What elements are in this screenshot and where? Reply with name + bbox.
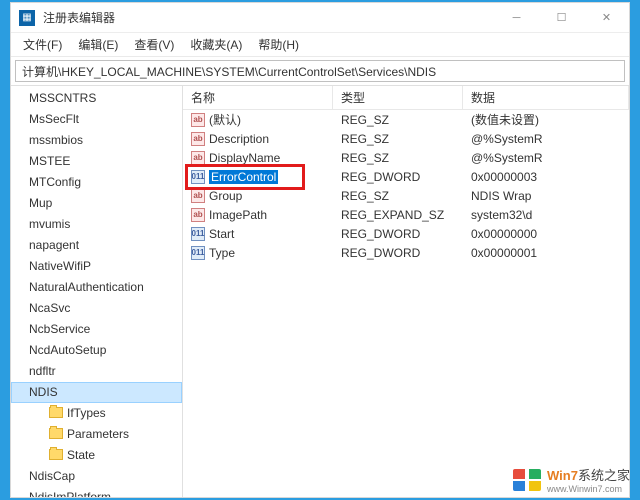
folder-icon (49, 449, 63, 460)
list-row[interactable]: ab Description REG_SZ@%SystemR (183, 129, 629, 148)
list-row[interactable]: ab Group REG_SZNDIS Wrap (183, 186, 629, 205)
menu-edit[interactable]: 编辑(E) (70, 34, 126, 55)
tree-item[interactable]: NcdAutoSetup (11, 340, 182, 361)
value-type: REG_SZ (333, 132, 463, 146)
registry-editor-window: ▦ 注册表编辑器 ─ ☐ ✕ 文件(F) 编辑(E) 查看(V) 收藏夹(A) … (10, 2, 630, 498)
tree-item[interactable]: NcaSvc (11, 298, 182, 319)
menu-favorites[interactable]: 收藏夹(A) (182, 34, 250, 55)
menu-help[interactable]: 帮助(H) (250, 34, 307, 55)
col-header-name[interactable]: 名称 (183, 86, 333, 109)
value-data: 0x00000003 (463, 170, 629, 184)
reg-bin-icon: 011 (191, 246, 205, 260)
app-icon: ▦ (19, 10, 35, 26)
value-name: Type (209, 246, 235, 260)
value-data: 0x00000000 (463, 227, 629, 241)
reg-str-icon: ab (191, 113, 205, 127)
watermark: Win7系统之家 www.Winwin7.com (513, 465, 630, 494)
value-name: Start (209, 227, 234, 241)
tree-item[interactable]: NativeWifiP (11, 256, 182, 277)
list-row[interactable]: ab DisplayName REG_SZ@%SystemR (183, 148, 629, 167)
minimize-button[interactable]: ─ (494, 4, 539, 32)
tree-item[interactable]: NcbService (11, 319, 182, 340)
value-name: ErrorControl (209, 170, 278, 184)
value-type: REG_SZ (333, 113, 463, 127)
value-data: @%SystemR (463, 151, 629, 165)
col-header-data[interactable]: 数据 (463, 86, 629, 109)
tree-subitem[interactable]: Parameters (43, 424, 182, 445)
value-type: REG_DWORD (333, 246, 463, 260)
menubar: 文件(F) 编辑(E) 查看(V) 收藏夹(A) 帮助(H) (11, 33, 629, 57)
tree-item[interactable]: NdisImPlatform (11, 487, 182, 497)
tree-item[interactable]: ndfltr (11, 361, 182, 382)
reg-str-icon: ab (191, 189, 205, 203)
value-name: DisplayName (209, 151, 280, 165)
window-buttons: ─ ☐ ✕ (494, 4, 629, 32)
value-type: REG_EXPAND_SZ (333, 208, 463, 222)
list-header: 名称 类型 数据 (183, 86, 629, 110)
value-name: Description (209, 132, 269, 146)
value-data: NDIS Wrap (463, 189, 629, 203)
maximize-button[interactable]: ☐ (539, 4, 584, 32)
list-body: ab(默认)REG_SZ(数值未设置)abDescriptionREG_SZ@%… (183, 110, 629, 262)
value-data: (数值未设置) (463, 111, 629, 128)
windows-flag-icon (513, 469, 541, 491)
tree-subitem[interactable]: State (43, 445, 182, 466)
content-area: MSSCNTRSMsSecFltmssmbiosMSTEEMTConfigMup… (11, 86, 629, 497)
titlebar: ▦ 注册表编辑器 ─ ☐ ✕ (11, 3, 629, 33)
value-type: REG_DWORD (333, 227, 463, 241)
list-row[interactable]: ab ImagePath REG_EXPAND_SZsystem32\d (183, 205, 629, 224)
reg-str-icon: ab (191, 132, 205, 146)
tree-item[interactable]: NaturalAuthentication (11, 277, 182, 298)
value-data: @%SystemR (463, 132, 629, 146)
menu-file[interactable]: 文件(F) (15, 34, 70, 55)
value-name: ImagePath (209, 208, 267, 222)
list-row[interactable]: ab (默认) REG_SZ(数值未设置) (183, 110, 629, 129)
value-name: (默认) (209, 111, 241, 128)
value-type: REG_SZ (333, 151, 463, 165)
tree-item[interactable]: MSTEE (11, 151, 182, 172)
window-title: 注册表编辑器 (43, 9, 115, 26)
watermark-brand-prefix: Win7 (547, 468, 578, 483)
list-row[interactable]: 011 Type REG_DWORD0x00000001 (183, 243, 629, 262)
reg-bin-icon: 011 (191, 227, 205, 241)
reg-str-icon: ab (191, 151, 205, 165)
address-input[interactable] (15, 60, 625, 82)
close-button[interactable]: ✕ (584, 4, 629, 32)
folder-icon (49, 428, 63, 439)
watermark-brand-suffix: 系统之家 (578, 468, 630, 483)
tree-item[interactable]: NdisCap (11, 466, 182, 487)
tree-view[interactable]: MSSCNTRSMsSecFltmssmbiosMSTEEMTConfigMup… (11, 86, 183, 497)
col-header-type[interactable]: 类型 (333, 86, 463, 109)
addressbar (11, 57, 629, 86)
list-view: 名称 类型 数据 ab(默认)REG_SZ(数值未设置)abDescriptio… (183, 86, 629, 497)
tree-item[interactable]: MTConfig (11, 172, 182, 193)
value-type: REG_DWORD (333, 170, 463, 184)
value-type: REG_SZ (333, 189, 463, 203)
watermark-url: www.Winwin7.com (547, 484, 630, 494)
menu-view[interactable]: 查看(V) (126, 34, 182, 55)
tree-item[interactable]: MsSecFlt (11, 109, 182, 130)
list-row[interactable]: 011 Start REG_DWORD0x00000000 (183, 224, 629, 243)
reg-bin-icon: 011 (191, 170, 205, 184)
tree-item[interactable]: napagent (11, 235, 182, 256)
tree-item[interactable]: NDIS (11, 382, 182, 403)
value-data: system32\d (463, 208, 629, 222)
tree-item[interactable]: Mup (11, 193, 182, 214)
tree-item[interactable]: mvumis (11, 214, 182, 235)
tree-item[interactable]: MSSCNTRS (11, 88, 182, 109)
list-row[interactable]: 011 ErrorControl REG_DWORD0x00000003 (183, 167, 629, 186)
tree-item[interactable]: mssmbios (11, 130, 182, 151)
tree-subitem[interactable]: IfTypes (43, 403, 182, 424)
value-name: Group (209, 189, 242, 203)
folder-icon (49, 407, 63, 418)
value-data: 0x00000001 (463, 246, 629, 260)
reg-str-icon: ab (191, 208, 205, 222)
